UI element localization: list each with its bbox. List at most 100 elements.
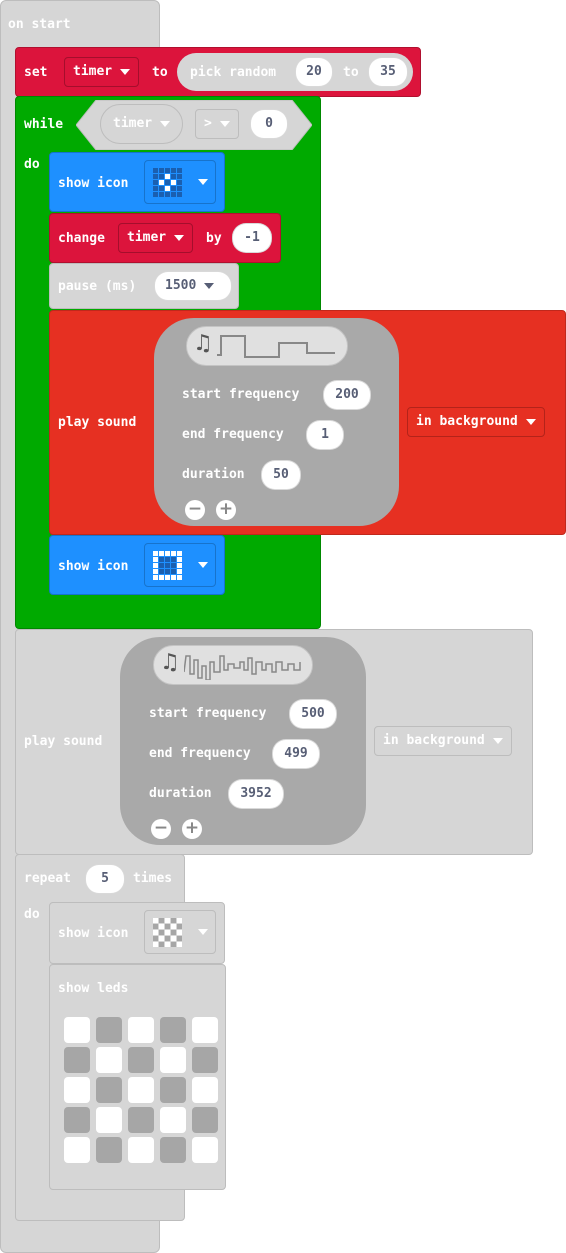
- plus-circle-icon[interactable]: +: [216, 500, 236, 520]
- led-cell[interactable]: [128, 1047, 154, 1073]
- end-frequency-label: end frequency: [149, 746, 251, 761]
- play-mode-value: in background: [383, 733, 485, 748]
- while-do-label: do: [24, 157, 40, 172]
- chevron-down-icon: [160, 120, 171, 127]
- operator-dropdown[interactable]: >: [195, 109, 239, 139]
- led-cell[interactable]: [128, 1137, 154, 1163]
- music-note-icon: ♫: [160, 650, 180, 675]
- chevron-down-icon: [204, 282, 215, 289]
- chevron-down-icon: [492, 737, 503, 744]
- variable-dropdown-timer-set[interactable]: timer: [64, 57, 140, 87]
- repeat-do-label: do: [24, 907, 40, 922]
- random-to-label: to: [343, 65, 359, 80]
- led-cell[interactable]: [96, 1047, 122, 1073]
- led-cell[interactable]: [128, 1017, 154, 1043]
- to-label: to: [152, 65, 168, 80]
- chevron-down-icon: [198, 929, 208, 935]
- comparison-value-input[interactable]: 0: [250, 109, 288, 139]
- play-mode-dropdown-2[interactable]: in background: [374, 726, 512, 756]
- led-cell[interactable]: [96, 1017, 122, 1043]
- pause-label: pause (ms): [58, 279, 137, 294]
- change-label: change: [58, 231, 105, 246]
- chevron-down-icon: [174, 234, 185, 241]
- variable-name: timer: [113, 116, 153, 131]
- operator-symbol: >: [204, 116, 212, 131]
- led-cell[interactable]: [160, 1077, 186, 1103]
- end-frequency-input[interactable]: 1: [306, 420, 344, 450]
- on-start-label: on start: [8, 17, 71, 32]
- pause-value: 1500: [165, 278, 197, 293]
- duration-label: duration: [149, 786, 212, 801]
- play-sound-label: play sound: [58, 415, 137, 430]
- music-note-icon: ♫: [193, 331, 213, 356]
- pause-duration-dropdown[interactable]: 1500: [154, 271, 232, 301]
- times-label: times: [133, 871, 173, 886]
- led-cell[interactable]: [64, 1107, 90, 1133]
- chevron-down-icon: [198, 179, 208, 185]
- minus-circle-icon[interactable]: −: [185, 500, 205, 520]
- start-frequency-input[interactable]: 500: [289, 699, 337, 729]
- led-cell[interactable]: [192, 1017, 218, 1043]
- waveform-preview-2[interactable]: ♫: [153, 645, 313, 685]
- square-wave-icon: [217, 335, 335, 358]
- chevron-down-icon: [525, 418, 536, 425]
- minus-circle-icon[interactable]: −: [151, 819, 171, 839]
- set-label: set: [24, 65, 48, 80]
- noise-wave-icon: [184, 655, 301, 680]
- variable-dropdown-timer-while[interactable]: timer: [100, 104, 184, 144]
- variable-name: timer: [73, 64, 113, 79]
- show-leds-label: show leds: [58, 981, 129, 996]
- led-cell[interactable]: [96, 1107, 122, 1133]
- play-mode-value: in background: [416, 414, 518, 429]
- end-frequency-label: end frequency: [182, 427, 284, 442]
- led-cell[interactable]: [192, 1047, 218, 1073]
- plus-circle-icon[interactable]: +: [182, 819, 202, 839]
- waveform-preview-1[interactable]: ♫: [186, 326, 348, 366]
- random-max-input[interactable]: 35: [368, 57, 408, 87]
- led-cell[interactable]: [160, 1137, 186, 1163]
- led-cell[interactable]: [160, 1047, 186, 1073]
- led-cell[interactable]: [64, 1077, 90, 1103]
- led-cell[interactable]: [128, 1107, 154, 1133]
- by-label: by: [206, 231, 222, 246]
- led-cell[interactable]: [192, 1077, 218, 1103]
- play-sound-label: play sound: [24, 734, 103, 749]
- end-frequency-input[interactable]: 499: [272, 739, 320, 769]
- chessboard-icon: [153, 917, 182, 947]
- square-icon: [153, 550, 182, 580]
- duration-label: duration: [182, 467, 245, 482]
- duration-input[interactable]: 3952: [228, 779, 284, 809]
- variable-dropdown-timer-change[interactable]: timer: [118, 223, 194, 253]
- show-icon-label: show icon: [58, 559, 129, 574]
- start-frequency-input[interactable]: 200: [323, 380, 371, 410]
- while-label: while: [24, 117, 64, 132]
- led-cell[interactable]: [160, 1107, 186, 1133]
- led-cell[interactable]: [64, 1017, 90, 1043]
- led-cell[interactable]: [192, 1137, 218, 1163]
- show-icon-label: show icon: [58, 176, 129, 191]
- variable-name: timer: [127, 230, 167, 245]
- led-cell[interactable]: [128, 1077, 154, 1103]
- led-cell[interactable]: [64, 1047, 90, 1073]
- led-cell[interactable]: [96, 1077, 122, 1103]
- repeat-count-input[interactable]: 5: [85, 864, 125, 894]
- start-frequency-label: start frequency: [149, 706, 267, 721]
- led-cell[interactable]: [160, 1017, 186, 1043]
- change-by-input[interactable]: -1: [232, 223, 272, 253]
- icon-picker-3[interactable]: [144, 910, 216, 954]
- led-cell[interactable]: [96, 1137, 122, 1163]
- start-frequency-label: start frequency: [182, 387, 300, 402]
- random-min-input[interactable]: 20: [295, 57, 333, 87]
- icon-picker-2[interactable]: [144, 543, 216, 587]
- chevron-down-icon: [120, 68, 131, 75]
- led-cell[interactable]: [64, 1137, 90, 1163]
- chevron-down-icon: [219, 120, 230, 127]
- chevron-down-icon: [198, 562, 208, 568]
- small-diamond-icon: [153, 167, 182, 197]
- repeat-label: repeat: [24, 871, 71, 886]
- pick-random-label: pick random: [190, 65, 277, 80]
- icon-picker-1[interactable]: [144, 160, 216, 204]
- duration-input[interactable]: 50: [261, 460, 301, 490]
- play-mode-dropdown-1[interactable]: in background: [407, 407, 545, 437]
- led-cell[interactable]: [192, 1107, 218, 1133]
